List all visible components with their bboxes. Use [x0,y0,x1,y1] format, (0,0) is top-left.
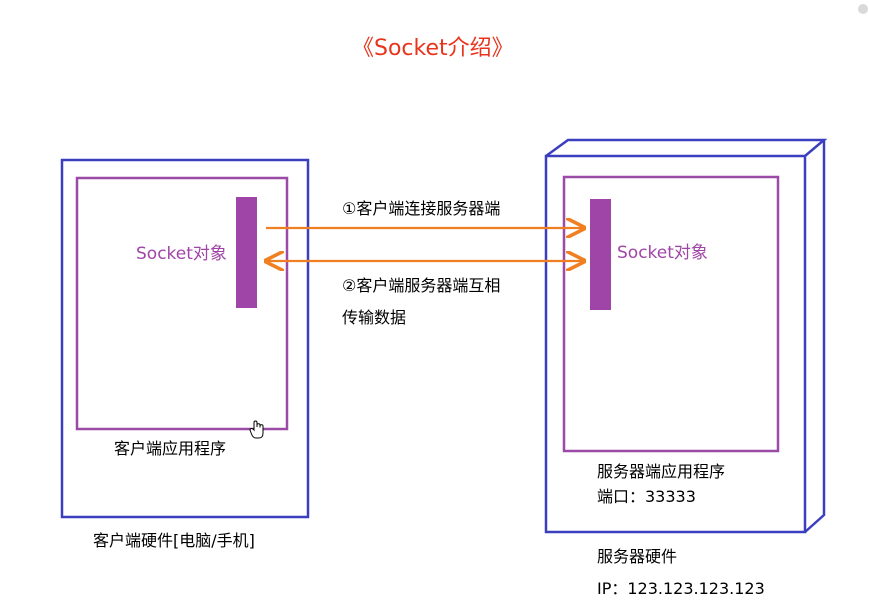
server-socket-bar [590,199,611,310]
client-app-label: 客户端应用程序 [114,439,227,458]
corner-dot [858,4,868,14]
client-hardware-label: 客户端硬件[电脑/手机] [93,531,255,550]
server-socket-label: Socket对象 [617,243,708,263]
client-socket-bar [236,197,257,308]
server-app-label: 服务器端应用程序 [597,462,726,481]
transfer-arrow-label-line2: 传输数据 [342,308,407,327]
transfer-arrow-label-line1: ②客户端服务器端互相 [342,276,501,295]
client-hardware-box [60,158,310,519]
connect-arrow-label: ①客户端连接服务器端 [342,199,501,218]
socket-diagram: 《Socket介绍》 Socket对象 客户端应用程序 客户端硬件[电脑/手机]… [0,0,869,600]
diagram-canvas [60,138,828,534]
page-title: 《Socket介绍》 [352,36,514,61]
server-port-label: 端口：33333 [597,487,696,506]
server-hardware-label: 服务器硬件 [597,547,678,566]
client-socket-label: Socket对象 [136,244,227,264]
hand-pointer-icon [249,420,264,439]
server-ip-label: IP：123.123.123.123 [597,579,765,598]
